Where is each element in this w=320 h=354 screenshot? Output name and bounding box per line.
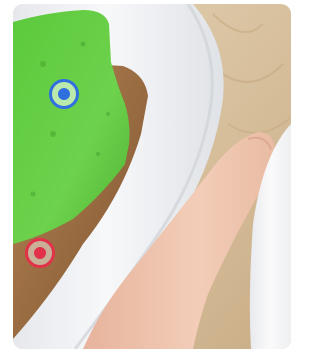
food-photo bbox=[13, 4, 291, 349]
blue-marker[interactable] bbox=[49, 79, 79, 109]
red-marker[interactable] bbox=[25, 238, 55, 268]
blue-marker-dot bbox=[58, 88, 70, 100]
red-marker-dot bbox=[34, 247, 46, 259]
screenshot-frame bbox=[0, 0, 299, 354]
photo-illustration bbox=[13, 4, 291, 349]
